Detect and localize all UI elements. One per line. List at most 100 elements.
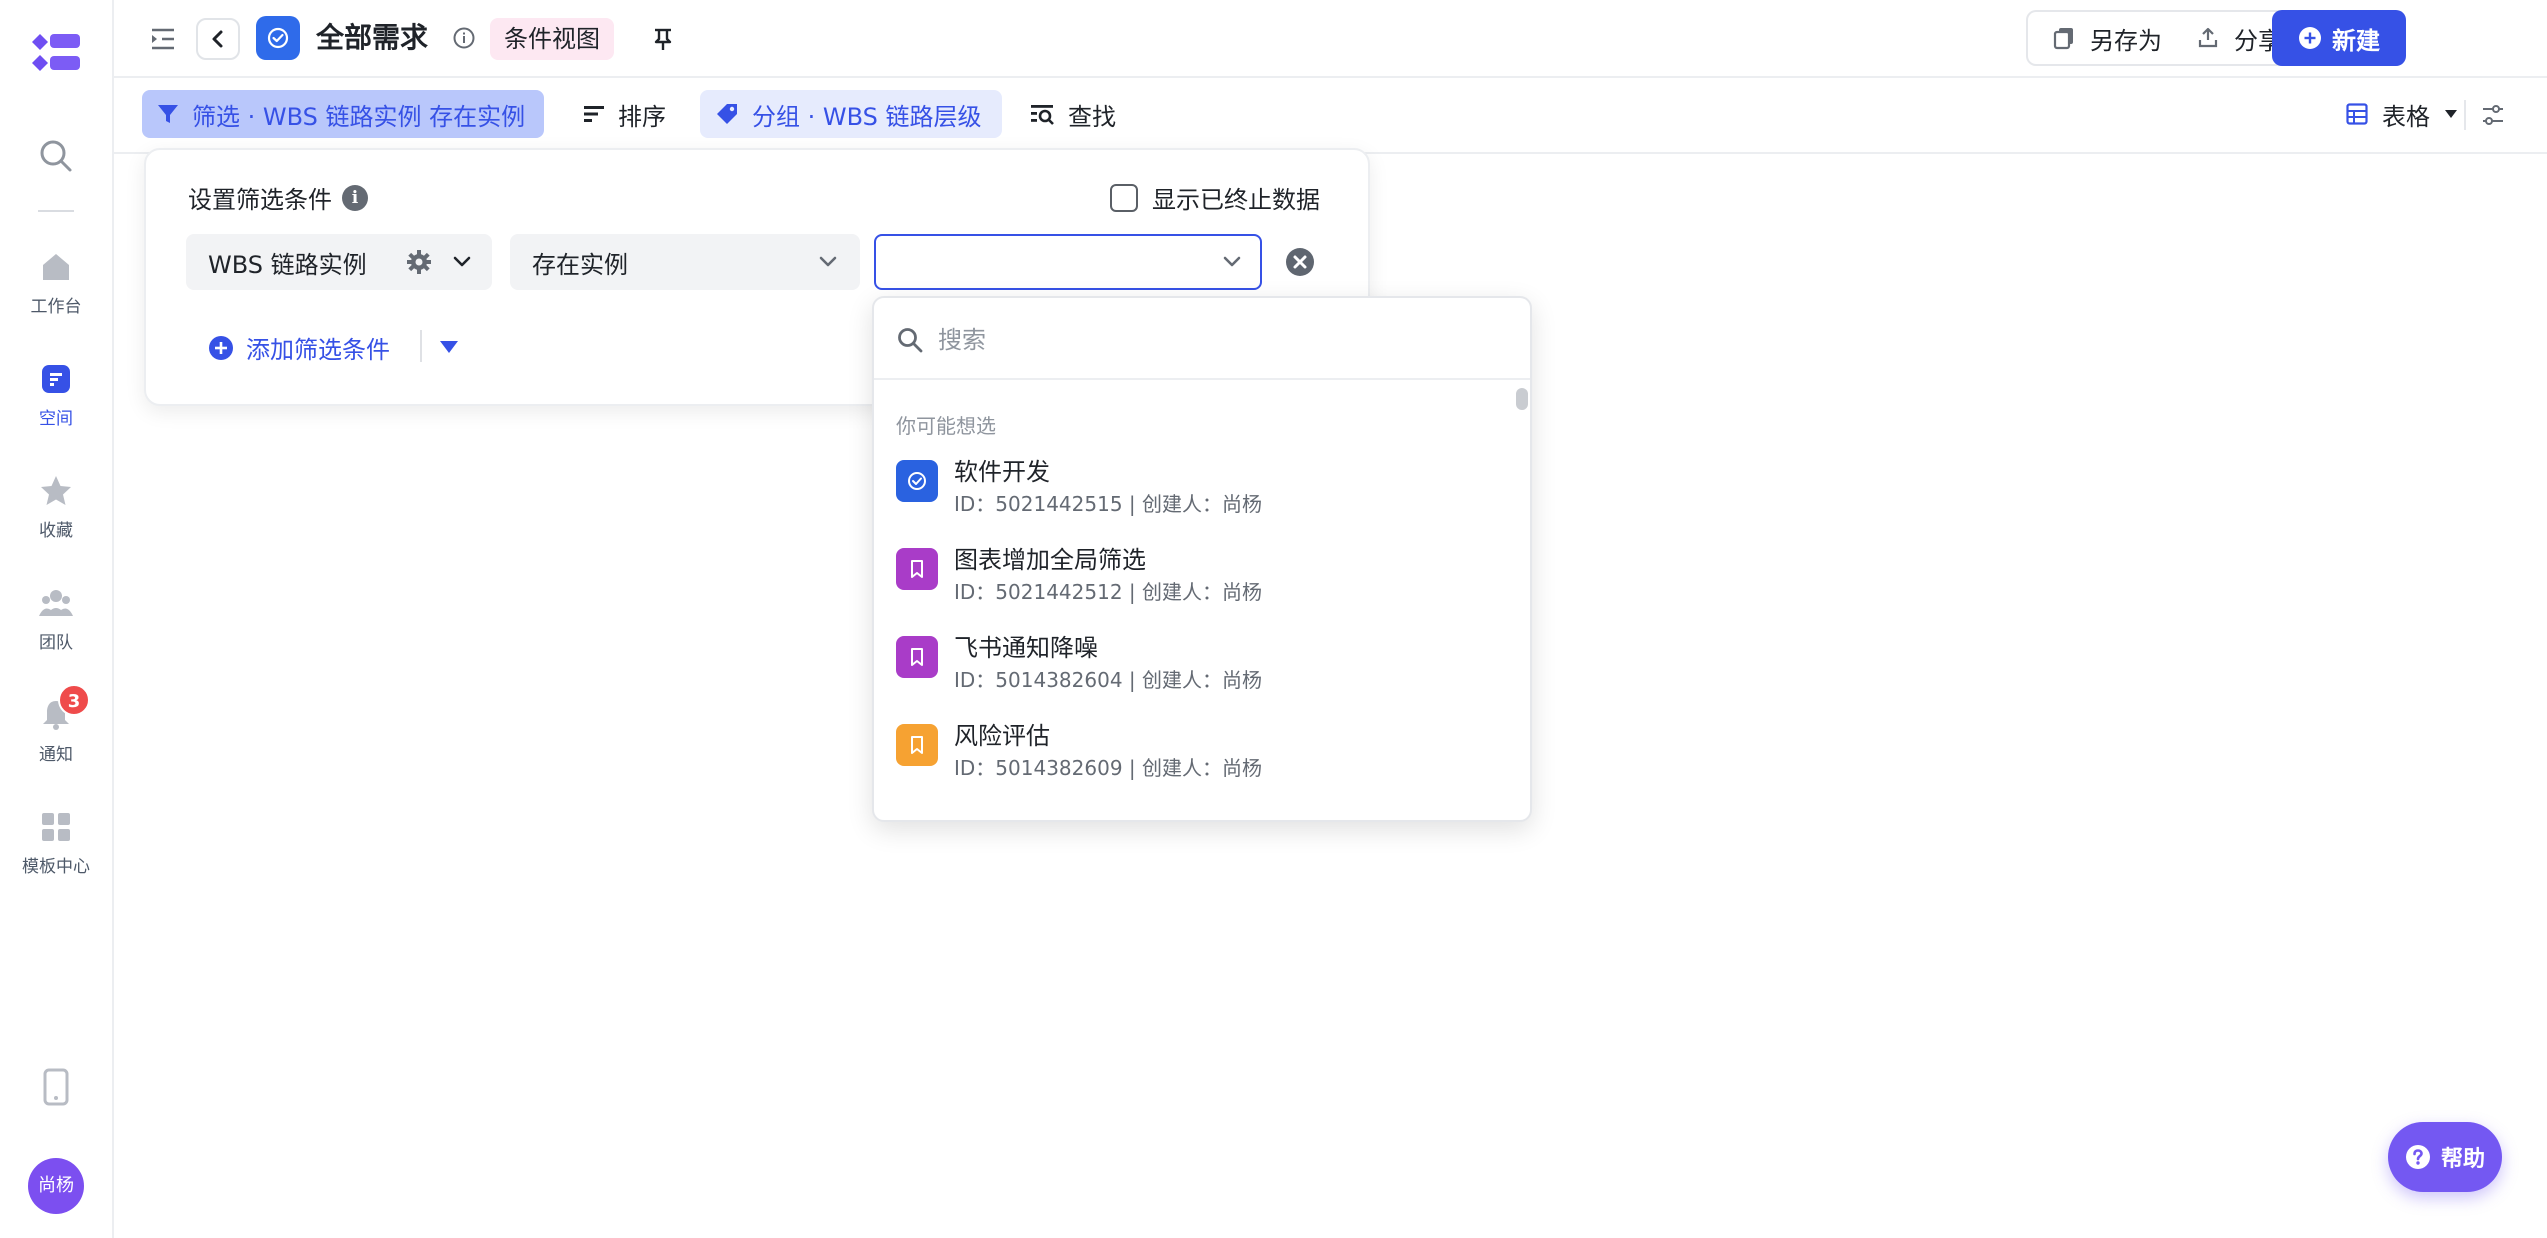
divider	[420, 330, 422, 362]
find-button[interactable]: 查找	[1016, 90, 1130, 138]
view-mode-label: 表格	[2382, 102, 2430, 131]
check-circle-icon	[896, 460, 938, 502]
chevron-down-icon	[1223, 256, 1241, 267]
option-meta: ID：5014382609 | 创建人：尚杨	[954, 756, 1262, 780]
sort-icon	[584, 106, 604, 122]
plus-circle-icon	[209, 335, 233, 360]
rail-item-space[interactable]: 空间	[0, 362, 112, 429]
filter-field-value: WBS 链路实例	[208, 250, 367, 279]
view-settings-icon[interactable]	[2476, 98, 2510, 132]
team-icon	[39, 590, 73, 616]
caret-down-icon	[440, 341, 458, 353]
rail-item-favorites[interactable]: 收藏	[0, 474, 112, 541]
dropdown-option[interactable]: 图表增加全局筛选 ID：5021442512 | 创建人：尚杨	[874, 532, 1514, 618]
top-bar: 全部需求 条件视图 另存为 分享 新建	[114, 0, 2547, 78]
mobile-icon[interactable]	[42, 1068, 70, 1106]
pin-icon[interactable]	[646, 22, 680, 56]
rail-item-team[interactable]: 团队	[0, 586, 112, 653]
gear-icon[interactable]	[406, 249, 432, 275]
scrollbar[interactable]	[1516, 388, 1528, 410]
filter-panel-title-text: 设置筛选条件	[188, 186, 332, 214]
rail-item-notifications[interactable]: 通知	[0, 698, 112, 765]
show-terminated-label: 显示已终止数据	[1152, 186, 1320, 214]
search-input[interactable]	[938, 320, 1498, 360]
collapse-sidebar-icon[interactable]	[146, 22, 180, 56]
page-title: 全部需求	[316, 21, 429, 54]
option-name: 飞书通知降噪	[954, 634, 1098, 662]
show-terminated-checkbox[interactable]: 显示已终止数据	[1110, 180, 1320, 215]
new-button[interactable]: 新建	[2272, 10, 2406, 66]
share-button[interactable]: 分享	[2196, 12, 2282, 64]
chevron-down-icon	[453, 256, 471, 267]
bookmark-icon	[896, 548, 938, 590]
find-label: 查找	[1068, 102, 1116, 131]
option-meta: ID：5021442512 | 创建人：尚杨	[954, 580, 1262, 604]
add-condition-button[interactable]: 添加筛选条件	[208, 330, 390, 365]
filter-operator-select[interactable]: 存在实例	[510, 234, 860, 290]
value-dropdown: 你可能想选 软件开发 ID：5021442515 | 创建人：尚杨图表增加全局筛选…	[872, 296, 1532, 822]
rail-item-label: 模板中心	[22, 857, 90, 877]
rail-item-templates[interactable]: 模板中心	[0, 810, 112, 877]
star-icon	[41, 476, 71, 505]
group-label: 分组 · WBS 链路层级	[752, 102, 982, 131]
share-icon	[2198, 27, 2218, 48]
option-name: 风险评估	[954, 722, 1050, 750]
avatar[interactable]: 尚杨	[28, 1158, 84, 1214]
help-label: 帮助	[2440, 1147, 2485, 1172]
new-label: 新建	[2332, 26, 2380, 55]
option-meta: ID：5021442515 | 创建人：尚杨	[954, 492, 1262, 516]
app-logo[interactable]	[28, 30, 84, 76]
chevron-left-icon	[212, 30, 223, 48]
caret-down-icon	[2445, 110, 2457, 118]
bookmark-icon	[896, 636, 938, 678]
requirement-view-icon	[256, 16, 300, 60]
group-button[interactable]: 分组 · WBS 链路层级	[700, 90, 1002, 138]
rail-item-label: 通知	[39, 745, 73, 765]
view-mode-select[interactable]: 表格	[2332, 90, 2472, 138]
sort-label: 排序	[618, 102, 666, 131]
info-icon[interactable]	[450, 24, 478, 52]
find-icon	[1031, 105, 1054, 125]
save-as-label: 另存为	[2090, 26, 2162, 55]
close-icon	[1293, 255, 1307, 269]
checkbox-box[interactable]	[1110, 183, 1138, 212]
notification-badge: 3	[58, 684, 90, 716]
back-button[interactable]	[196, 18, 240, 60]
divider	[2464, 100, 2466, 130]
dropdown-option[interactable]: 软件开发 ID：5021442515 | 创建人：尚杨	[874, 444, 1514, 530]
view-type-tag: 条件视图	[490, 18, 614, 60]
question-icon	[2405, 1145, 2430, 1169]
filter-button[interactable]: 筛选 · WBS 链路实例 存在实例	[142, 90, 544, 138]
filter-icon	[158, 105, 178, 123]
table-icon	[2346, 103, 2368, 125]
filter-field-select[interactable]: WBS 链路实例	[186, 234, 492, 290]
home-icon	[43, 254, 69, 280]
rail-item-label: 空间	[39, 409, 73, 429]
save-as-button[interactable]: 另存为	[2052, 12, 2162, 64]
template-grid-icon	[42, 813, 70, 841]
dropdown-option[interactable]: 飞书通知降噪 ID：5014382604 | 创建人：尚杨	[874, 620, 1514, 706]
remove-condition-button[interactable]	[1286, 248, 1314, 276]
filter-value-select[interactable]	[874, 234, 1262, 290]
sort-button[interactable]: 排序	[568, 90, 680, 138]
dropdown-search	[874, 298, 1530, 380]
option-name: 软件开发	[954, 458, 1050, 486]
suggestion-section-title: 你可能想选	[896, 414, 996, 438]
copy-icon	[2053, 28, 2073, 50]
option-name: 图表增加全局筛选	[954, 546, 1146, 574]
bookmark-icon	[896, 724, 938, 766]
rail-item-label: 团队	[39, 633, 73, 653]
filter-panel-title: 设置筛选条件 i	[188, 180, 368, 215]
search-icon	[898, 328, 923, 353]
info-icon[interactable]: i	[342, 184, 368, 211]
help-button[interactable]: 帮助	[2388, 1122, 2502, 1192]
rail-item-workbench[interactable]: 工作台	[0, 250, 112, 317]
rail-item-label: 收藏	[39, 521, 73, 541]
rail-item-label: 工作台	[30, 297, 82, 317]
add-condition-menu-caret[interactable]	[436, 334, 462, 360]
search-icon[interactable]	[38, 138, 74, 174]
space-icon	[42, 365, 70, 393]
left-rail: 工作台 空间 收藏 团队 通知 3 模板中心 尚杨	[0, 0, 114, 1238]
dropdown-option[interactable]: 风险评估 ID：5014382609 | 创建人：尚杨	[874, 708, 1514, 794]
option-meta: ID：5014382604 | 创建人：尚杨	[954, 668, 1262, 692]
